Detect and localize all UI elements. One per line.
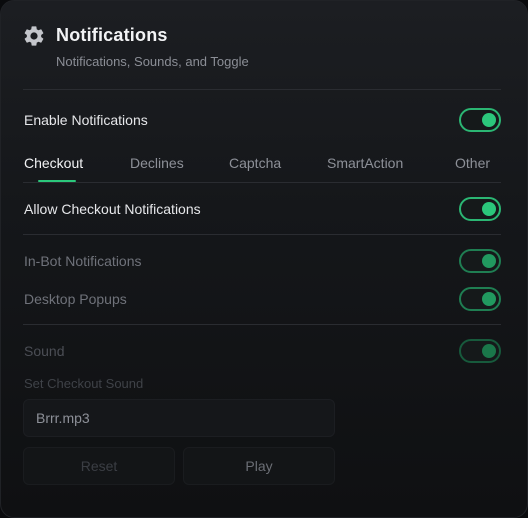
desktop-popups-label: Desktop Popups (24, 291, 127, 307)
section-divider (23, 234, 501, 235)
tab-declines[interactable]: Declines (130, 155, 184, 171)
toggle-knob (482, 113, 496, 127)
page-subtitle: Notifications, Sounds, and Toggle (56, 54, 249, 69)
header-divider (23, 89, 501, 90)
notifications-panel: Notifications Notifications, Sounds, and… (0, 0, 528, 518)
enable-notifications-toggle[interactable] (459, 108, 501, 132)
toggle-knob (482, 254, 496, 268)
in-bot-notifications-toggle[interactable] (459, 249, 501, 273)
page-title: Notifications (56, 25, 168, 45)
tabs-divider (23, 182, 501, 183)
enable-notifications-label: Enable Notifications (24, 112, 148, 128)
section-divider (23, 324, 501, 325)
toggle-knob (482, 292, 496, 306)
tab-other[interactable]: Other (455, 155, 490, 171)
toggle-knob (482, 344, 496, 358)
tab-smartaction[interactable]: SmartAction (327, 155, 403, 171)
tab-checkout[interactable]: Checkout (24, 155, 83, 171)
checkout-sound-field[interactable]: Brrr.mp3 (23, 399, 335, 437)
tab-captcha[interactable]: Captcha (229, 155, 281, 171)
allow-checkout-label: Allow Checkout Notifications (24, 201, 201, 217)
play-button[interactable]: Play (183, 447, 335, 485)
set-checkout-sound-label: Set Checkout Sound (24, 376, 144, 391)
reset-button[interactable]: Reset (23, 447, 175, 485)
desktop-popups-toggle[interactable] (459, 287, 501, 311)
toggle-knob (482, 202, 496, 216)
sound-label: Sound (24, 343, 65, 359)
gear-icon (24, 26, 44, 46)
in-bot-notifications-label: In-Bot Notifications (24, 253, 142, 269)
allow-checkout-toggle[interactable] (459, 197, 501, 221)
sound-toggle[interactable] (459, 339, 501, 363)
